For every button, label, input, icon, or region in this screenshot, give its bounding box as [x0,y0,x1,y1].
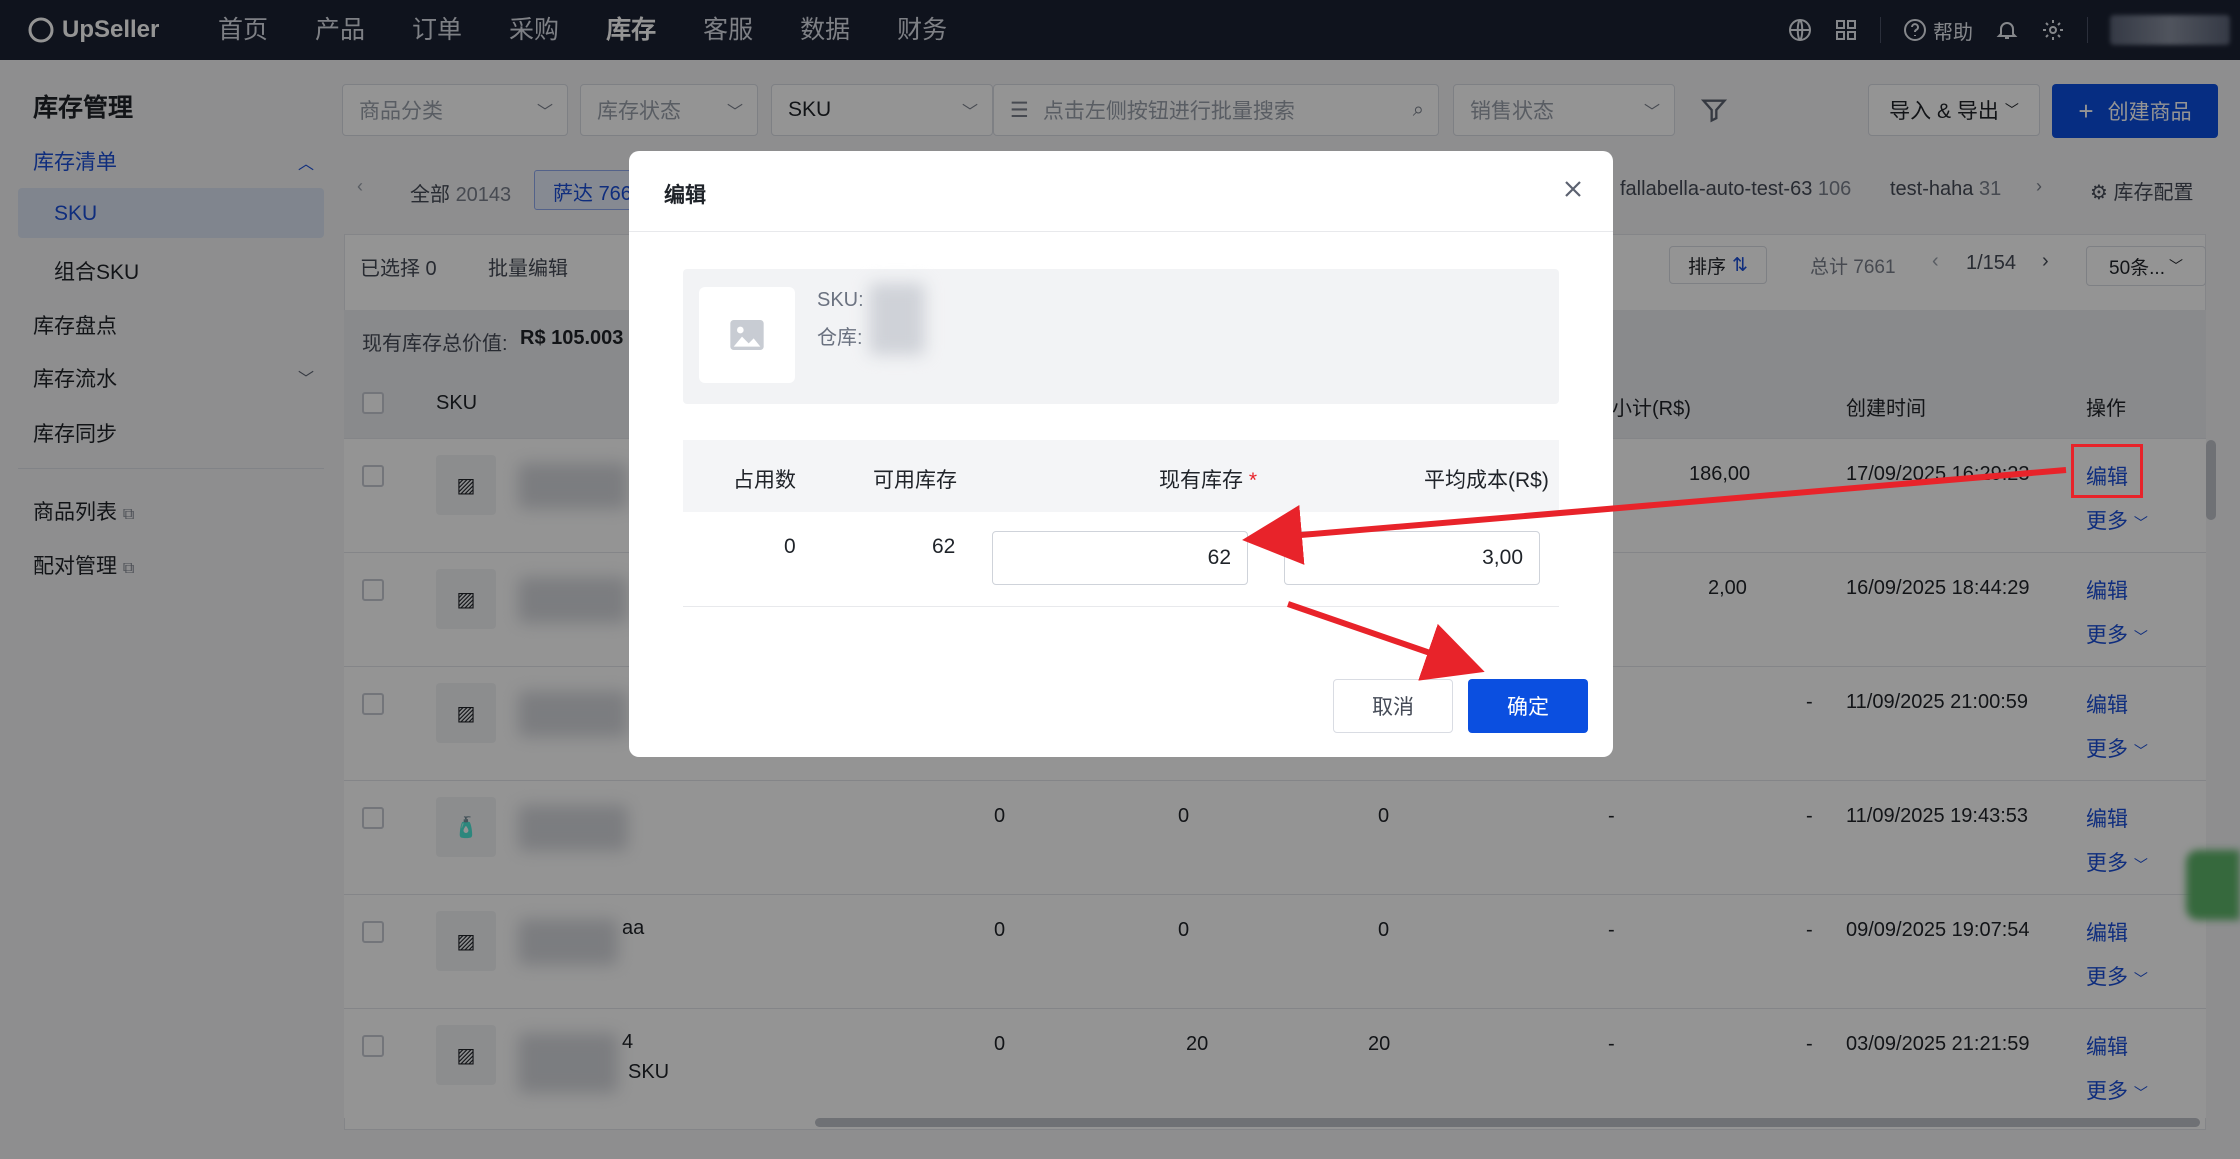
annotation-arrows [1242,467,2067,681]
arrow-to-confirm [1287,601,1485,681]
arrow-to-current-stock [1242,467,2067,565]
